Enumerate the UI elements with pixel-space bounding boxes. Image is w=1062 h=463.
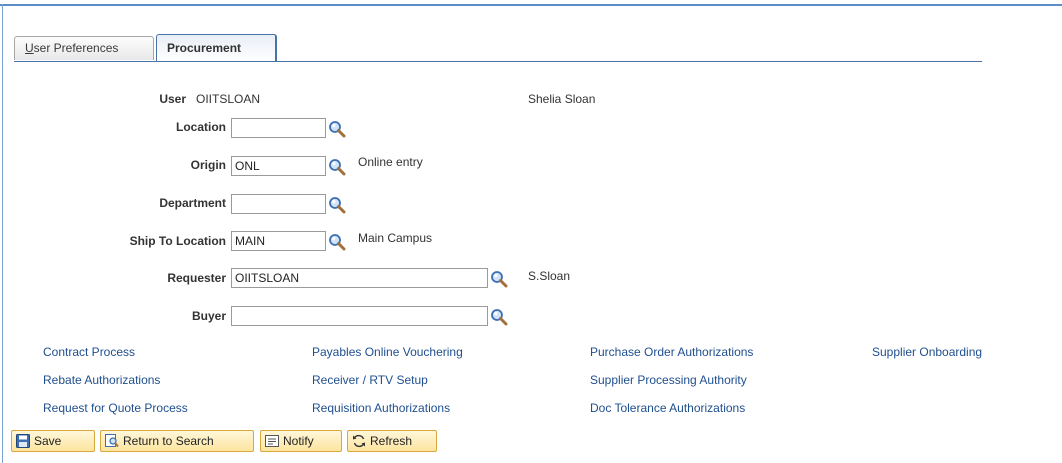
link-request-for-quote-process[interactable]: Request for Quote Process — [43, 401, 188, 415]
tab-user-preferences-label-rest: ser Preferences — [33, 41, 119, 55]
department-label: Department — [159, 196, 226, 210]
link-contract-process[interactable]: Contract Process — [43, 345, 135, 359]
department-input[interactable] — [231, 194, 326, 214]
origin-lookup-icon[interactable] — [328, 158, 346, 176]
user-label: User — [159, 92, 186, 106]
link-doc-tolerance-authorizations[interactable]: Doc Tolerance Authorizations — [590, 401, 745, 415]
link-receiver-rtv-setup[interactable]: Receiver / RTV Setup — [312, 373, 428, 387]
tab-accelerator-key: U — [25, 41, 34, 55]
save-button-label: Save — [34, 434, 62, 448]
location-lookup-icon[interactable] — [328, 120, 346, 138]
refresh-button[interactable]: Refresh — [347, 430, 437, 452]
link-requisition-authorizations[interactable]: Requisition Authorizations — [312, 401, 450, 415]
tab-baseline — [14, 61, 982, 62]
location-input[interactable] — [231, 118, 326, 138]
return-to-search-label: Return to Search — [123, 434, 214, 448]
tab-user-preferences[interactable]: User Preferences — [14, 36, 154, 60]
note-icon — [265, 435, 279, 447]
link-rebate-authorizations[interactable]: Rebate Authorizations — [43, 373, 160, 387]
user-full-name: Shelia Sloan — [528, 92, 596, 106]
page-left-border — [2, 4, 3, 463]
notify-button[interactable]: Notify — [260, 430, 342, 452]
user-id-value: OIITSLOAN — [196, 92, 261, 106]
location-label: Location — [176, 120, 226, 134]
ship-to-lookup-icon[interactable] — [328, 233, 346, 251]
origin-input[interactable] — [231, 156, 326, 176]
search-page-return-icon — [105, 434, 119, 448]
origin-description: Online entry — [358, 155, 423, 169]
buyer-input[interactable] — [231, 306, 488, 326]
return-to-search-button[interactable]: Return to Search — [100, 430, 254, 452]
requester-label: Requester — [167, 271, 226, 285]
requester-description: S.Sloan — [528, 269, 571, 283]
buyer-lookup-icon[interactable] — [490, 308, 508, 326]
refresh-label: Refresh — [370, 434, 413, 448]
tab-procurement[interactable]: Procurement — [156, 34, 277, 62]
notify-label: Notify — [283, 434, 314, 448]
save-button[interactable]: Save — [11, 430, 95, 452]
ship-to-location-label: Ship To Location — [129, 234, 226, 248]
ship-to-location-input[interactable] — [231, 231, 326, 251]
ship-to-description: Main Campus — [358, 231, 433, 245]
link-supplier-processing-authority[interactable]: Supplier Processing Authority — [590, 373, 747, 387]
department-lookup-icon[interactable] — [328, 196, 346, 214]
link-purchase-order-authorizations[interactable]: Purchase Order Authorizations — [590, 345, 753, 359]
tab-procurement-label: Procurement — [167, 41, 242, 55]
page-top-border — [0, 4, 1062, 6]
circular-arrows-icon — [353, 434, 365, 448]
link-payables-online-vouchering[interactable]: Payables Online Vouchering — [312, 345, 463, 359]
buyer-label: Buyer — [191, 309, 226, 323]
link-supplier-onboarding[interactable]: Supplier Onboarding — [872, 345, 982, 359]
origin-label: Origin — [190, 158, 226, 172]
requester-lookup-icon[interactable] — [490, 270, 508, 288]
floppy-disk-icon — [16, 434, 30, 448]
tab-bar: User Preferences Procurement — [14, 34, 982, 62]
requester-input[interactable] — [231, 268, 488, 288]
